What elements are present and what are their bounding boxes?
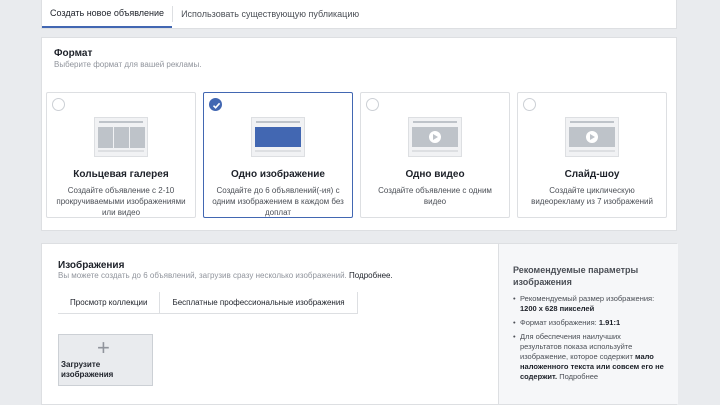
slideshow-preview-icon [565,117,619,157]
images-title: Изображения [58,260,125,271]
spec-item-size: Рекомендуемый размер изображения: 1200 x… [513,294,664,314]
radio-slideshow[interactable] [523,98,536,111]
upload-images-button[interactable]: + Загрузите изображения [58,334,153,386]
carousel-preview-icon [94,117,148,157]
format-subtitle: Выберите формат для вашей рекламы. [54,60,202,69]
radio-single-image[interactable] [209,98,222,111]
images-subtitle: Вы можете создать до 6 объявлений, загру… [58,271,393,280]
card-title: Одно изображение [231,169,325,180]
format-title: Формат [54,48,93,59]
recommended-specs-list: Рекомендуемый размер изображения: 1200 x… [513,294,664,382]
checkmark-icon [212,102,221,109]
card-description: Создайте до 6 объявлений(-ия) с одним из… [212,186,344,217]
card-title: Кольцевая галерея [73,169,169,180]
video-preview-icon [408,117,462,157]
single-image-preview-icon [251,117,305,157]
ad-creation-tabs: Создать новое объявление Использовать су… [41,0,677,29]
tab-use-existing-post[interactable]: Использовать существующую публикацию [173,0,367,28]
card-description: Создайте объявление с одним видео [378,186,492,206]
radio-single-video[interactable] [366,98,379,111]
radio-carousel[interactable] [52,98,65,111]
spec-item-ratio: Формат изображения: 1.91:1 [513,318,664,328]
tab-create-new-ad[interactable]: Создать новое объявление [42,0,173,28]
format-card-carousel[interactable]: Кольцевая галерея Создайте объявление с … [46,92,196,218]
learn-more-link[interactable]: Подробнее. [349,271,393,280]
plus-icon: + [97,335,110,360]
format-card-single-video[interactable]: Одно видео Создайте объявление с одним в… [360,92,510,218]
recommended-specs-panel: Рекомендуемые параметры изображения Реко… [498,244,678,404]
images-section: Изображения Вы можете создать до 6 объяв… [41,243,678,405]
card-description: Создайте циклическую видеорекламу из 7 и… [531,186,653,206]
card-title: Одно видео [405,169,465,180]
spec-item-text: Для обеспечения наилучших результатов по… [513,332,664,382]
format-card-slideshow[interactable]: Слайд-шоу Создайте циклическую видеорекл… [517,92,667,218]
tab-free-stock-images[interactable]: Бесплатные профессиональные изображения [160,292,356,313]
card-description: Создайте объявление с 2-10 прокручиваемы… [56,186,186,217]
image-source-tabs: Просмотр коллекции Бесплатные профессион… [58,292,358,314]
tab-browse-library[interactable]: Просмотр коллекции [58,292,161,313]
upload-label: Загрузите изображения [61,360,114,379]
format-card-single-image[interactable]: Одно изображение Создайте до 6 объявлени… [203,92,353,218]
card-title: Слайд-шоу [564,169,620,180]
format-section: Формат Выберите формат для вашей рекламы… [41,37,677,231]
recommended-specs-title: Рекомендуемые параметры изображения [513,265,639,287]
spec-learn-more-link[interactable]: Подробнее [559,372,598,381]
